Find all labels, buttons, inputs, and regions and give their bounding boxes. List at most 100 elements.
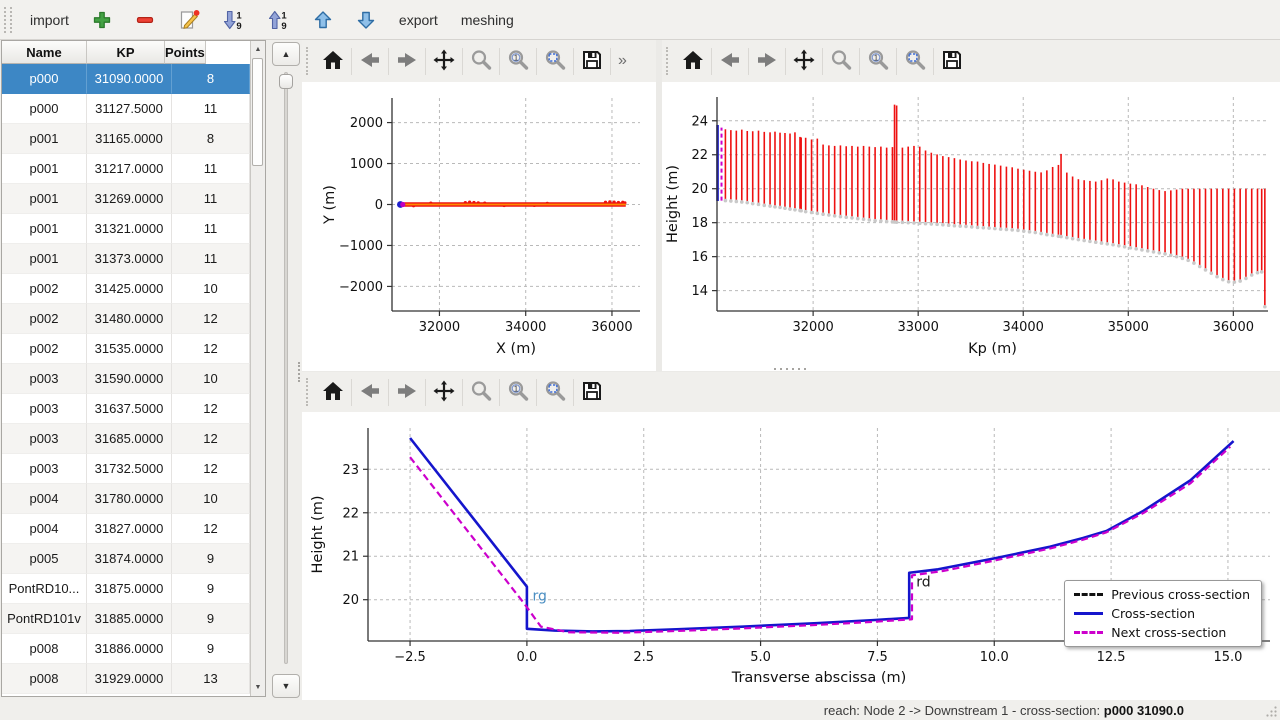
- cell-points[interactable]: 9: [172, 574, 250, 604]
- cell-points[interactable]: 12: [172, 454, 250, 484]
- cell-points[interactable]: 12: [172, 304, 250, 334]
- table-row[interactable]: p003 31685.0000 12: [2, 424, 265, 454]
- column-header[interactable]: KP: [87, 41, 165, 64]
- sort-descending-button[interactable]: 19: [218, 6, 250, 34]
- toolbar-drag-handle[interactable]: [4, 7, 12, 33]
- zoom-button[interactable]: [823, 44, 859, 78]
- table-row[interactable]: p002 31425.0000 10: [2, 274, 265, 304]
- cell-kp[interactable]: 31535.0000: [87, 334, 172, 364]
- table-row[interactable]: p001 31321.0000 11: [2, 214, 265, 244]
- cell-kp[interactable]: 31373.0000: [87, 244, 172, 274]
- slider-track[interactable]: [284, 72, 288, 664]
- meshing-button[interactable]: meshing: [456, 9, 519, 31]
- cell-name[interactable]: p002: [2, 334, 87, 364]
- edit-cross-section-button[interactable]: [173, 6, 205, 34]
- cell-points[interactable]: 10: [172, 274, 250, 304]
- cell-name[interactable]: p000: [2, 64, 87, 94]
- cell-points[interactable]: 8: [172, 64, 250, 94]
- cell-kp[interactable]: 31874.0000: [87, 544, 172, 574]
- move-down-button[interactable]: [351, 7, 381, 33]
- pan-button[interactable]: [786, 44, 822, 78]
- cell-points[interactable]: 11: [172, 184, 250, 214]
- cell-name[interactable]: p008: [2, 664, 87, 694]
- cell-name[interactable]: p000: [2, 94, 87, 124]
- cell-kp[interactable]: 31885.0000: [87, 604, 172, 634]
- table-row[interactable]: p003 31637.5000 12: [2, 394, 265, 424]
- cell-name[interactable]: p004: [2, 514, 87, 544]
- cell-points[interactable]: 9: [172, 604, 250, 634]
- export-button[interactable]: export: [394, 9, 443, 31]
- cell-kp[interactable]: 31732.5000: [87, 454, 172, 484]
- table-row[interactable]: p001 31269.0000 11: [2, 184, 265, 214]
- table-row[interactable]: PontRD101v 31885.0000 9: [2, 604, 265, 634]
- cell-kp[interactable]: 31165.0000: [87, 124, 172, 154]
- table-row[interactable]: p001 31217.0000 11: [2, 154, 265, 184]
- table-row[interactable]: p001 31373.0000 11: [2, 244, 265, 274]
- profile-chart[interactable]: 3200033000340003500036000141618202224Kp …: [662, 82, 1280, 366]
- cell-points[interactable]: 13: [172, 664, 250, 694]
- cell-name[interactable]: p008: [2, 634, 87, 664]
- cell-kp[interactable]: 31886.0000: [87, 634, 172, 664]
- cell-points[interactable]: 11: [172, 244, 250, 274]
- table-row[interactable]: p004 31827.0000 12: [2, 514, 265, 544]
- cell-kp[interactable]: 31269.0000: [87, 184, 172, 214]
- cell-points[interactable]: 12: [172, 334, 250, 364]
- cell-name[interactable]: p003: [2, 394, 87, 424]
- toolbar-drag-handle[interactable]: [306, 378, 311, 406]
- slider-up-button[interactable]: ▲: [272, 42, 300, 66]
- zoom-1-button[interactable]: 1: [500, 375, 536, 409]
- cell-name[interactable]: p001: [2, 184, 87, 214]
- cell-name[interactable]: p004: [2, 484, 87, 514]
- cell-name[interactable]: p003: [2, 424, 87, 454]
- toolbar-overflow-chevron-icon[interactable]: »: [611, 52, 634, 70]
- column-header[interactable]: Name: [2, 41, 87, 64]
- cell-points[interactable]: 12: [172, 424, 250, 454]
- table-row[interactable]: p000 31127.5000 11: [2, 94, 265, 124]
- cell-name[interactable]: PontRD101v: [2, 604, 87, 634]
- save-button[interactable]: [574, 375, 610, 409]
- cell-points[interactable]: 10: [172, 364, 250, 394]
- scroll-up-arrow-icon[interactable]: ▲: [251, 43, 265, 56]
- forward-button[interactable]: [389, 44, 425, 78]
- remove-cross-section-button[interactable]: [130, 7, 160, 33]
- zoom-1-button[interactable]: 1: [860, 44, 896, 78]
- table-row[interactable]: p003 31590.0000 10: [2, 364, 265, 394]
- cell-name[interactable]: p001: [2, 244, 87, 274]
- forward-button[interactable]: [749, 44, 785, 78]
- table-row[interactable]: p000 31090.0000 8: [2, 64, 265, 94]
- plan-view-chart[interactable]: 320003400036000−2000−1000010002000X (m)Y…: [302, 82, 656, 366]
- add-cross-section-button[interactable]: [87, 7, 117, 33]
- cross-section-chart[interactable]: −2.50.02.55.07.510.012.515.020212223Tran…: [302, 412, 1280, 700]
- cell-points[interactable]: 11: [172, 154, 250, 184]
- toolbar-drag-handle[interactable]: [306, 47, 311, 75]
- zoom-extent-button[interactable]: [537, 44, 573, 78]
- column-header[interactable]: Points: [165, 41, 206, 64]
- table-row[interactable]: p003 31732.5000 12: [2, 454, 265, 484]
- sort-ascending-button[interactable]: 19: [263, 6, 295, 34]
- save-button[interactable]: [574, 44, 610, 78]
- table-row[interactable]: p008 31929.0000 13: [2, 664, 265, 694]
- splitter-grip[interactable]: [774, 368, 808, 370]
- zoom-button[interactable]: [463, 375, 499, 409]
- zoom-1-button[interactable]: 1: [500, 44, 536, 78]
- forward-button[interactable]: [389, 375, 425, 409]
- cell-name[interactable]: p003: [2, 454, 87, 484]
- back-button[interactable]: [352, 44, 388, 78]
- zoom-button[interactable]: [463, 44, 499, 78]
- resize-grip-icon[interactable]: [1265, 705, 1278, 718]
- cell-points[interactable]: 11: [172, 94, 250, 124]
- cell-kp[interactable]: 31127.5000: [87, 94, 172, 124]
- cell-kp[interactable]: 31827.0000: [87, 514, 172, 544]
- cell-kp[interactable]: 31780.0000: [87, 484, 172, 514]
- import-button[interactable]: import: [25, 9, 74, 31]
- save-button[interactable]: [934, 44, 970, 78]
- table-row[interactable]: PontRD10... 31875.0000 9: [2, 574, 265, 604]
- toolbar-drag-handle[interactable]: [666, 47, 671, 75]
- table-row[interactable]: p004 31780.0000 10: [2, 484, 265, 514]
- zoom-extent-button[interactable]: [897, 44, 933, 78]
- cell-name[interactable]: p001: [2, 154, 87, 184]
- vertical-splitter-grip[interactable]: [298, 362, 302, 382]
- home-button[interactable]: [675, 44, 711, 78]
- cell-kp[interactable]: 31480.0000: [87, 304, 172, 334]
- cell-kp[interactable]: 31685.0000: [87, 424, 172, 454]
